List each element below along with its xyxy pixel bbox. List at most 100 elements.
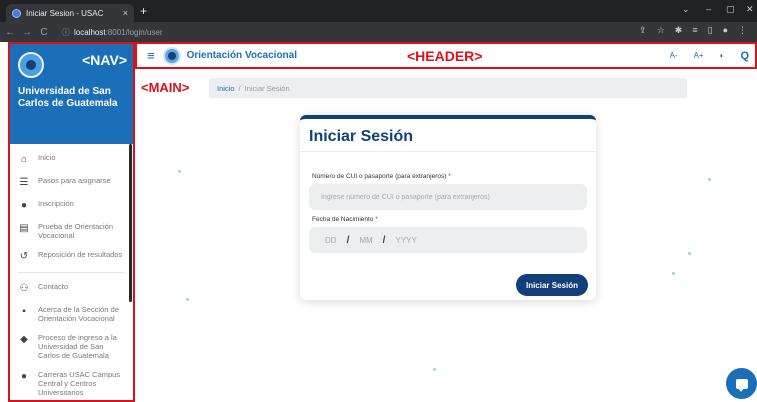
increase-font-button[interactable]: A+ [694,51,704,60]
date-separator: / [346,234,350,246]
year-input[interactable]: YYYY [395,236,416,245]
sidebar-item-label: Acerca de la Sección de Orientación Voca… [38,305,119,323]
sidebar-item[interactable]: ⌂ Inicio [10,148,133,171]
decrease-font-button[interactable]: A- [670,51,678,60]
hamburger-menu-icon[interactable]: ≡ [147,48,155,63]
site-title[interactable]: Orientación Vocacional [187,50,297,61]
chat-button[interactable] [726,368,757,399]
decorative-dot [672,272,675,275]
minimize-button[interactable]: – [706,4,711,14]
decorative-dot [688,252,691,255]
close-window-button[interactable]: ✕ [746,4,754,15]
dob-label: Fecha de Nacimiento * [312,216,378,223]
graduation-cap-icon: ◆ [20,334,28,345]
forward-button[interactable]: → [20,27,34,38]
decorative-dot [178,170,181,173]
browser-toolbar: ← → C ⓘ localhost :8001/login/user ⇪ ☆ ✱… [0,22,757,42]
share-icon[interactable]: ⇪ [639,25,647,36]
sidebar-item-label: Reposición de resultados [38,250,123,259]
browser-menu-icon[interactable]: ⋮ [738,25,747,36]
sidebar-item-label: Proceso de ingreso a la Universidad de S… [38,333,117,360]
url-path: :8001/login/user [105,27,163,37]
login-title: Iniciar Sesión [309,128,414,145]
chat-icon [735,378,748,392]
breadcrumb-separator: / [238,83,241,93]
main-annotation-label: <MAIN> [141,80,190,95]
required-marker: * [375,216,378,223]
sidebar-item-label: Carreras USAC Campus Central y Centros U… [38,370,121,397]
comment-icon: ▪ [22,306,26,317]
usac-logo [18,52,44,78]
maximize-button[interactable]: ▢ [726,4,735,15]
university-name: Universidad de San Carlos de Guatemala [18,86,118,109]
breadcrumb-current: Iniciar Sesión [244,83,290,93]
side-panel-icon[interactable]: ▯ [708,25,713,36]
nav-annotation-label: <NAV> [82,52,127,68]
login-submit-button[interactable]: Iniciar Sesión [515,274,588,296]
sidebar-item[interactable]: ⚇ Contacto [10,277,133,300]
contrast-toggle-icon[interactable]: ◐ [720,51,725,60]
breadcrumb: Inicio / Iniciar Sesión [209,78,687,98]
cui-label-text: Número de CUI o pasaporte (para extranje… [312,173,447,180]
tab-search-icon[interactable]: ⌄ [682,4,690,15]
decorative-dot [708,178,711,181]
browser-tab[interactable]: Iniciar Sesion - USAC × [6,4,134,22]
decorative-dot [186,298,189,301]
info-icon: ● [20,200,28,211]
header-logo [162,46,181,65]
divider [300,151,596,152]
required-marker: * [448,173,451,180]
cui-label: Número de CUI o pasaporte (para extranje… [312,173,451,180]
sidebar-item[interactable]: ▤ Prueba de Orientación Vocacional [10,217,133,245]
day-input[interactable]: DD [325,236,337,245]
sidebar-item[interactable]: ● Inscripción [10,194,133,217]
sidebar-header: <NAV> Universidad de San Carlos de Guate… [10,44,133,144]
sidebar-divider [18,272,125,273]
tab-close-icon[interactable]: × [123,8,128,18]
profile-icon[interactable]: ● [723,25,728,36]
date-separator: / [382,234,386,246]
sidebar-item[interactable]: ↺ Reposición de resultados [10,245,133,268]
sidebar-item-label: Contacto [38,282,69,291]
decorative-dot [433,368,436,371]
breadcrumb-home-link[interactable]: Inicio [217,84,235,93]
header-annotation-label: <HEADER> [407,47,483,64]
sidebar-item-label: Inicio [38,153,56,162]
home-icon: ⌂ [20,154,28,165]
sidebar-item[interactable]: ☰ Pasos para asignarse [10,171,133,194]
sidebar-item[interactable]: ▪ Acerca de la Sección de Orientación Voc… [10,300,133,328]
browser-toolbar-icons: ⇪ ☆ ✱ ≡ ▯ ● ⋮ [639,25,747,36]
url-host: localhost [74,27,106,37]
people-icon: ⚇ [19,283,29,294]
sidebar-item-label: Inscripción [38,199,74,208]
login-card: Iniciar Sesión Número de CUI o pasaporte… [300,115,596,300]
sidebar-item-label: Prueba de Orientación Vocacional [38,222,114,240]
sidebar-nav: <NAV> Universidad de San Carlos de Guate… [8,42,135,402]
browser-tab-strip: Iniciar Sesion - USAC × + ⌄ – ▢ ✕ [0,0,757,22]
sidebar-item[interactable]: ◆ Proceso de ingreso a la Universidad de … [10,328,133,365]
history-icon: ↺ [19,251,29,262]
dob-label-text: Fecha de Nacimiento [312,216,374,223]
site-header: ≡ Orientación Vocacional <HEADER> A- A+ … [135,42,757,69]
sidebar-menu: ⌂ Inicio ☰ Pasos para asignarse ● Inscripción… [10,144,133,400]
birth-date-field[interactable]: DD / MM / YYYY [309,227,587,253]
site-info-icon[interactable]: ⓘ [62,27,70,38]
extensions-icon[interactable]: ✱ [675,25,683,36]
new-tab-button[interactable]: + [140,4,147,18]
back-button[interactable]: ← [3,27,17,38]
info-icon: ● [20,371,28,382]
sidebar-item[interactable]: ● Carreras USAC Campus Central y Centros … [10,365,133,400]
search-icon[interactable]: Q [740,50,749,62]
cui-input[interactable] [309,184,587,210]
reading-list-icon[interactable]: ≡ [692,25,697,36]
sidebar-scrollbar[interactable] [129,144,132,302]
address-bar[interactable]: ⓘ localhost :8001/login/user [62,25,163,39]
reload-button[interactable]: C [37,27,51,38]
month-input[interactable]: MM [359,236,372,245]
bookmark-star-icon[interactable]: ☆ [657,25,665,36]
favicon-icon [12,8,21,18]
accessibility-tools: A- A+ ◐ Q [670,50,749,62]
tab-title: Iniciar Sesion - USAC [26,8,104,18]
clipboard-icon: ▤ [19,223,29,234]
sidebar-item-label: Pasos para asignarse [38,176,111,185]
